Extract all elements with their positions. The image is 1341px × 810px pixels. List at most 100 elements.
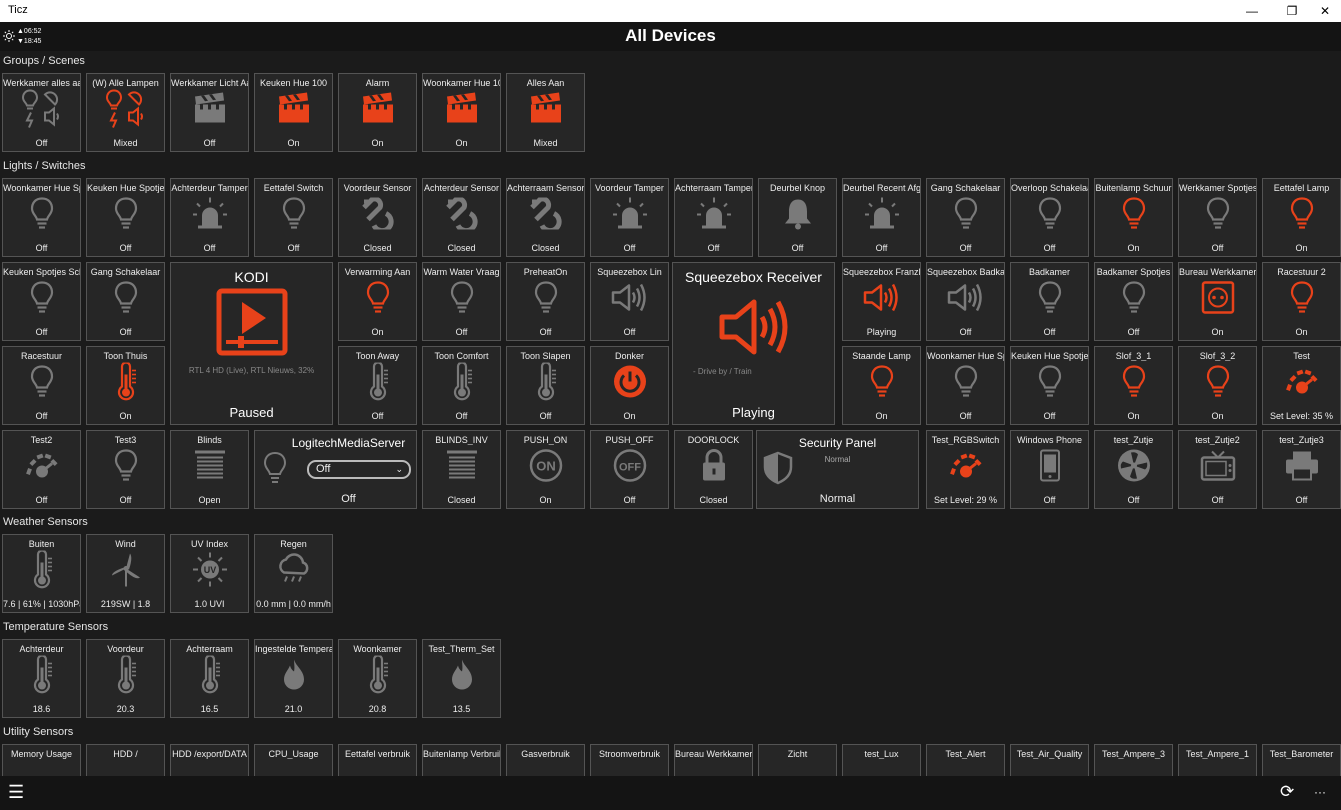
device-tile-woonkamer-hue-spotjes[interactable]: Woonkamer Hue Spotjes Off xyxy=(926,346,1005,425)
device-tile-windows-phone[interactable]: Windows Phone Off xyxy=(1010,430,1089,509)
device-tile-test-ampere-1[interactable]: Test_Ampere_1 xyxy=(1178,744,1257,776)
device-tile-squeezebox-badkamer[interactable]: Squeezebox Badkamer Off xyxy=(926,262,1005,341)
device-tile-woonkamer-hue-100[interactable]: Woonkamer Hue 100 On xyxy=(422,73,501,152)
device-tile-deurbel-recent-afgegaan[interactable]: Deurbel Recent Afgegaan Off xyxy=(842,178,921,257)
device-tile-werkkamer-alles-aan[interactable]: Werkkamer alles aan Off xyxy=(2,73,81,152)
device-tile-achterraam[interactable]: Achterraam 16.5 xyxy=(170,639,249,718)
kodi-tile[interactable]: KODI RTL 4 HD (Live), RTL Nieuws, 32% Pa… xyxy=(170,262,333,425)
device-tile-badkamer[interactable]: Badkamer Off xyxy=(1010,262,1089,341)
device-tile-buitenlamp-verbruik[interactable]: Buitenlamp Verbruik xyxy=(422,744,501,776)
device-tile-toon-thuis[interactable]: Toon Thuis On xyxy=(86,346,165,425)
device-name: Wind xyxy=(115,539,136,549)
device-tile-test-air-quality[interactable]: Test_Air_Quality xyxy=(1010,744,1089,776)
device-tile-test2[interactable]: Test2 Off xyxy=(2,430,81,509)
device-tile-blinds-inv[interactable]: BLINDS_INV Closed xyxy=(422,430,501,509)
device-tile-buiten[interactable]: Buiten 7.6 | 61% | 1030hPa xyxy=(2,534,81,613)
device-tile-test[interactable]: Test Set Level: 35 % xyxy=(1262,346,1341,425)
device-tile-voordeur-tamper[interactable]: Voordeur Tamper Off xyxy=(590,178,669,257)
close-button[interactable]: ✕ xyxy=(1307,0,1341,22)
device-tile-test-lux[interactable]: test_Lux xyxy=(842,744,921,776)
device-tile-memory-usage[interactable]: Memory Usage xyxy=(2,744,81,776)
device-tile-verwarming-aan[interactable]: Verwarming Aan On xyxy=(338,262,417,341)
device-tile-gang-schakelaar[interactable]: Gang Schakelaar Off xyxy=(86,262,165,341)
device-tile-toon-away[interactable]: Toon Away Off xyxy=(338,346,417,425)
device-tile-alarm[interactable]: Alarm On xyxy=(338,73,417,152)
device-tile-achterdeur-sensor[interactable]: Achterdeur Sensor Closed xyxy=(422,178,501,257)
device-tile-preheaton[interactable]: PreheatOn Off xyxy=(506,262,585,341)
device-tile-ingestelde-temperatuur[interactable]: Ingestelde Temperatuur 21.0 xyxy=(254,639,333,718)
device-tile-doorlock[interactable]: DOORLOCK Closed xyxy=(674,430,753,509)
device-tile-squeezebox-franzl[interactable]: Squeezebox Franzl Playing xyxy=(842,262,921,341)
device-tile-achterdeur[interactable]: Achterdeur 18.6 xyxy=(2,639,81,718)
device-tile-woonkamer[interactable]: Woonkamer 20.8 xyxy=(338,639,417,718)
device-tile-test-alert[interactable]: Test_Alert xyxy=(926,744,1005,776)
device-tile-voordeur-sensor[interactable]: Voordeur Sensor Closed xyxy=(338,178,417,257)
device-tile-test-zutje3[interactable]: test_Zutje3 Off xyxy=(1262,430,1341,509)
device-tile-test-therm-set[interactable]: Test_Therm_Set 13.5 xyxy=(422,639,501,718)
device-tile-gang-schakelaar[interactable]: Gang Schakelaar Off xyxy=(926,178,1005,257)
device-tile-eettafel-verbruik[interactable]: Eettafel verbruik xyxy=(338,744,417,776)
device-tile-push-on[interactable]: PUSH_ON ON On xyxy=(506,430,585,509)
security-panel-tile[interactable]: Security Panel Normal Normal xyxy=(756,430,919,509)
device-tile-test3[interactable]: Test3 Off xyxy=(86,430,165,509)
device-tile-stroomverbruik[interactable]: Stroomverbruik xyxy=(590,744,669,776)
device-tile-hdd-export-data[interactable]: HDD /export/DATA xyxy=(170,744,249,776)
device-tile-toon-comfort[interactable]: Toon Comfort Off xyxy=(422,346,501,425)
device-tile-werkkamer-spotjes[interactable]: Werkkamer Spotjes Off xyxy=(1178,178,1257,257)
device-tile-eettafel-switch[interactable]: Eettafel Switch Off xyxy=(254,178,333,257)
device-tile-regen[interactable]: Regen 0.0 mm | 0.0 mm/h xyxy=(254,534,333,613)
device-tile-slof-3-2[interactable]: Slof_3_2 On xyxy=(1178,346,1257,425)
device-tile-achterraam-tamper[interactable]: Achterraam Tamper Off xyxy=(674,178,753,257)
device-tile-achterdeur-tamper[interactable]: Achterdeur Tamper Off xyxy=(170,178,249,257)
device-tile-alles-aan[interactable]: Alles Aan Mixed xyxy=(506,73,585,152)
device-tile-donker[interactable]: Donker On xyxy=(590,346,669,425)
hamburger-menu-icon[interactable]: ☰ xyxy=(8,782,24,803)
device-tile-deurbel-knop[interactable]: Deurbel Knop Off xyxy=(758,178,837,257)
device-tile-achterraam-sensor[interactable]: Achterraam Sensor Closed xyxy=(506,178,585,257)
device-tile-squeezebox-lin[interactable]: Squeezebox Lin Off xyxy=(590,262,669,341)
device-tile-w-alle-lampen[interactable]: (W) Alle Lampen Mixed xyxy=(86,73,165,152)
device-tile-blinds[interactable]: Blinds Open xyxy=(170,430,249,509)
refresh-icon[interactable]: ⟳ xyxy=(1280,782,1294,802)
device-tile-test-zutje2[interactable]: test_Zutje2 Off xyxy=(1178,430,1257,509)
device-tile-overloop-schakelaar[interactable]: Overloop Schakelaar Off xyxy=(1010,178,1089,257)
squeezebox-receiver-tile[interactable]: Squeezebox Receiver - Drive by / Train P… xyxy=(672,262,835,425)
device-tile-cpu-usage[interactable]: CPU_Usage xyxy=(254,744,333,776)
device-tile-bureau-werkkamer[interactable]: Bureau Werkkamer On xyxy=(1178,262,1257,341)
device-tile-test-barometer[interactable]: Test_Barometer xyxy=(1262,744,1341,776)
device-tile-eettafel-lamp[interactable]: Eettafel Lamp On xyxy=(1262,178,1341,257)
device-tile-staande-lamp[interactable]: Staande Lamp On xyxy=(842,346,921,425)
device-tile-buitenlamp-schuur[interactable]: Buitenlamp Schuur On xyxy=(1094,178,1173,257)
device-tile-racestuur[interactable]: Racestuur Off xyxy=(2,346,81,425)
device-tile-warm-water-vraag[interactable]: Warm Water Vraag Off xyxy=(422,262,501,341)
device-tile-woonkamer-hue-spotjes[interactable]: Woonkamer Hue Spotjes Off xyxy=(2,178,81,257)
device-tile-test-rgbswitch[interactable]: Test_RGBSwitch Set Level: 29 % xyxy=(926,430,1005,509)
device-tile-test-ampere-3[interactable]: Test_Ampere_3 xyxy=(1094,744,1173,776)
more-options-icon[interactable]: ··· xyxy=(1314,785,1326,799)
device-tile-wind[interactable]: Wind 219SW | 1.8 xyxy=(86,534,165,613)
device-tile-racestuur-2[interactable]: Racestuur 2 On xyxy=(1262,262,1341,341)
thermo-icon xyxy=(366,361,390,405)
device-name: Memory Usage xyxy=(10,749,73,759)
restore-button[interactable]: ❐ xyxy=(1274,0,1310,22)
logitech-media-server-tile[interactable]: LogitechMediaServer Off ⌄ Off xyxy=(254,430,417,509)
device-tile-keuken-hue-100[interactable]: Keuken Hue 100 On xyxy=(254,73,333,152)
device-tile-test-zutje[interactable]: test_Zutje Off xyxy=(1094,430,1173,509)
device-tile-push-off[interactable]: PUSH_OFF OFF Off xyxy=(590,430,669,509)
device-tile-hdd[interactable]: HDD / xyxy=(86,744,165,776)
device-tile-badkamer-spotjes[interactable]: Badkamer Spotjes Off xyxy=(1094,262,1173,341)
device-tile-toon-slapen[interactable]: Toon Slapen Off xyxy=(506,346,585,425)
logitech-state-select[interactable]: Off ⌄ xyxy=(307,460,411,479)
device-tile-uv-index[interactable]: UV Index UV 1.0 UVI xyxy=(170,534,249,613)
minimize-button[interactable]: — xyxy=(1234,0,1270,22)
device-tile-keuken-hue-spotjes[interactable]: Keuken Hue Spotjes Off xyxy=(1010,346,1089,425)
device-tile-zicht[interactable]: Zicht xyxy=(758,744,837,776)
device-tile-voordeur[interactable]: Voordeur 20.3 xyxy=(86,639,165,718)
device-tile-bureau-werkkamer-verbruik[interactable]: Bureau Werkkamer Verbruik xyxy=(674,744,753,776)
device-tile-slof-3-1[interactable]: Slof_3_1 On xyxy=(1094,346,1173,425)
device-tile-gasverbruik[interactable]: Gasverbruik xyxy=(506,744,585,776)
device-tile-werkkamer-licht-aan[interactable]: Werkkamer Licht Aan Off xyxy=(170,73,249,152)
bulb-icon xyxy=(29,364,55,403)
device-tile-keuken-hue-spotjes[interactable]: Keuken Hue Spotjes Off xyxy=(86,178,165,257)
device-tile-keuken-spotjes-schakelaar[interactable]: Keuken Spotjes Schakelaar Off xyxy=(2,262,81,341)
